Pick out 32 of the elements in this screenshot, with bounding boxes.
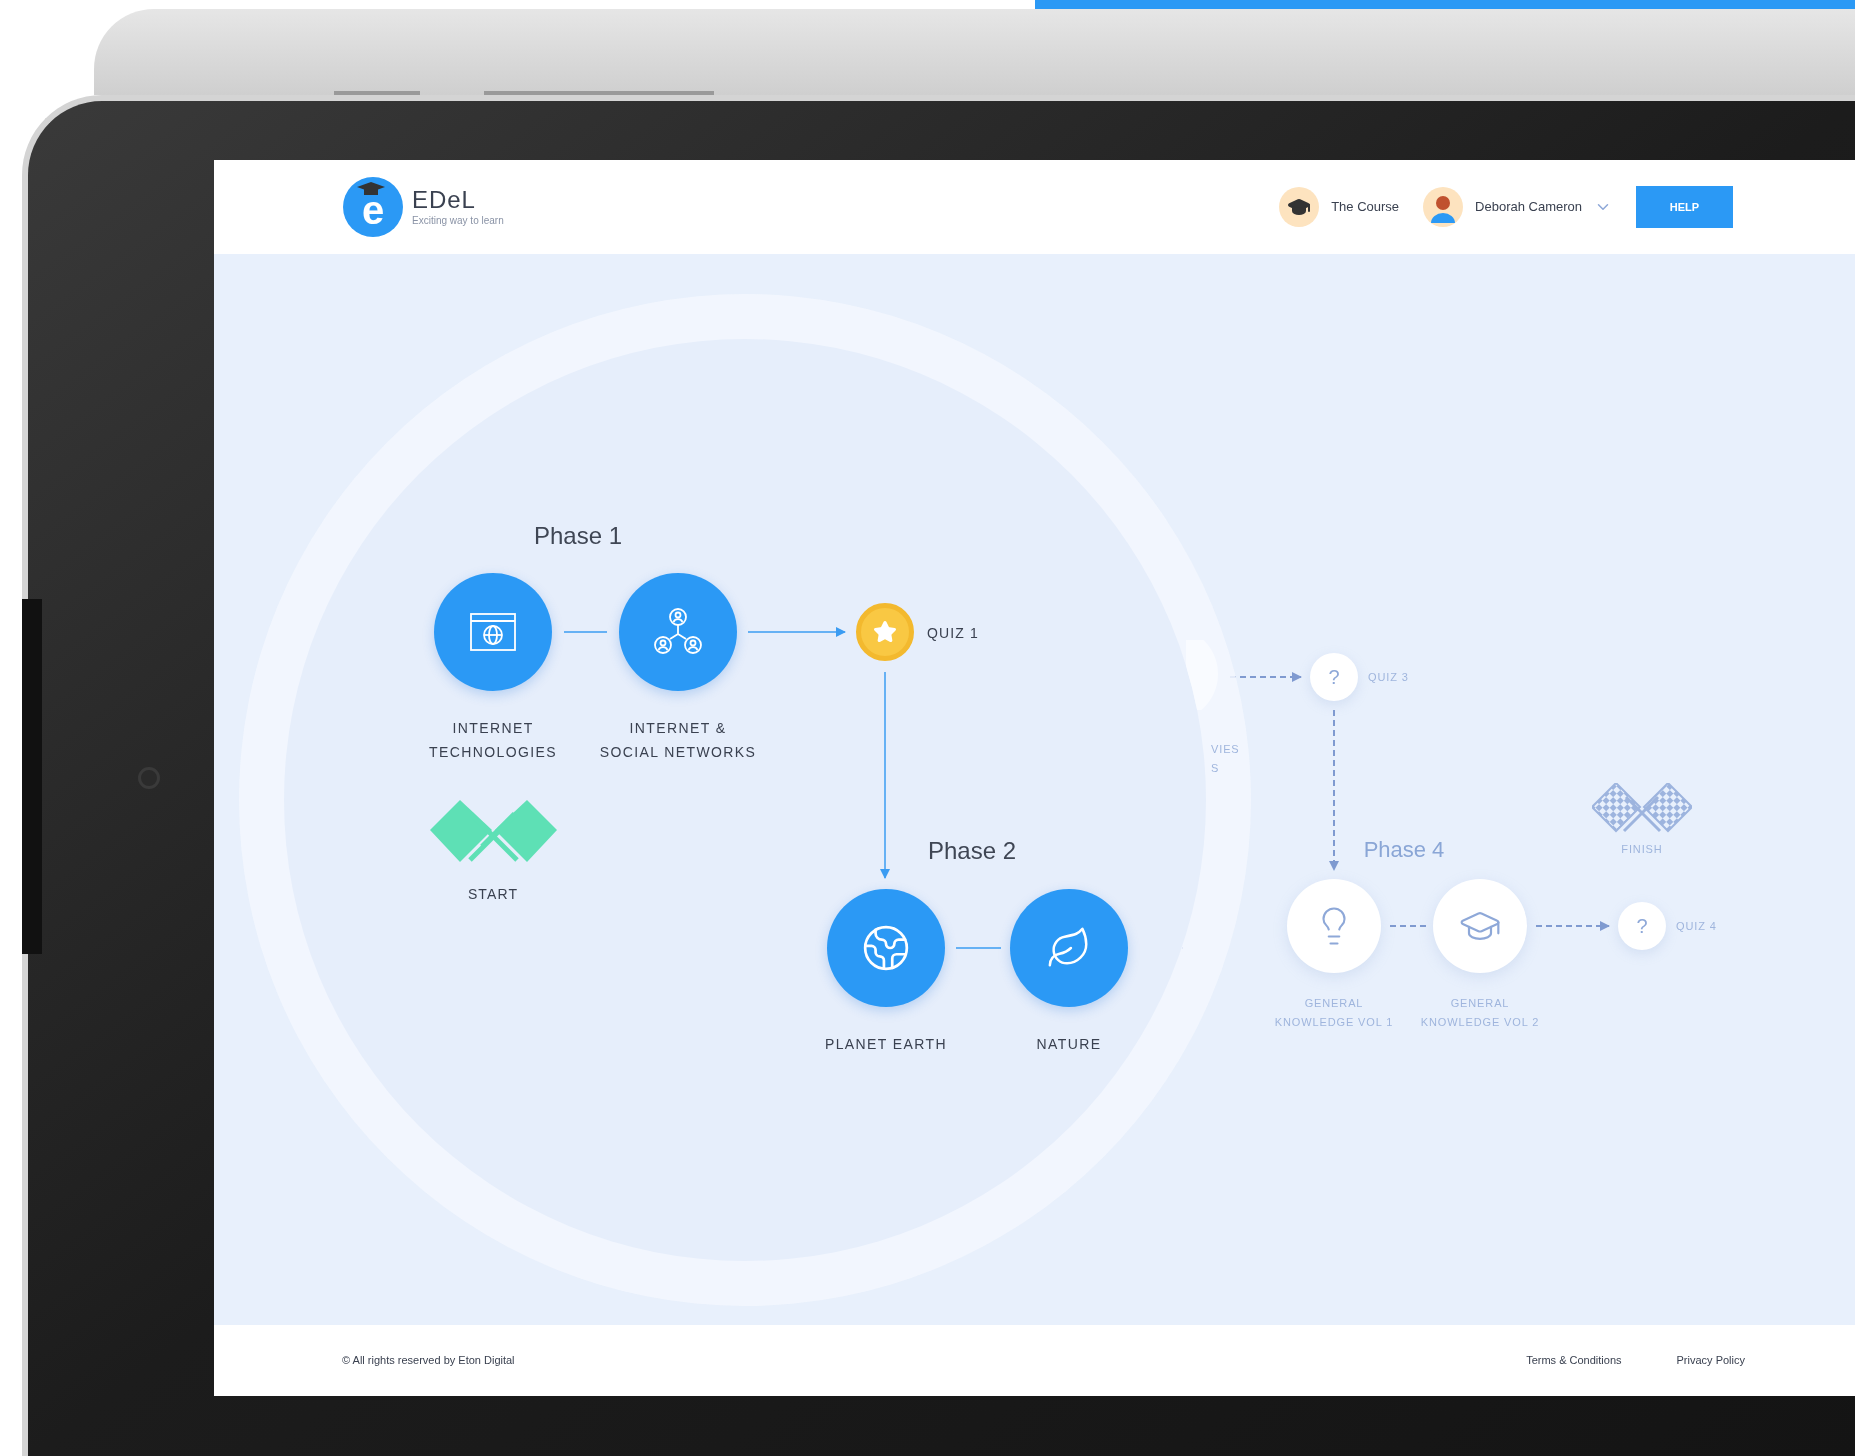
- browser-globe-icon: [470, 613, 516, 651]
- avatar-icon: [1423, 187, 1464, 227]
- quiz-label: QUIZ 3: [1368, 670, 1409, 685]
- course-label: INTERNET & SOCIAL NETWORKS: [599, 719, 757, 762]
- app-name: EDeL: [412, 186, 477, 213]
- quiz-label: QUIZ 4: [1676, 919, 1717, 934]
- course-label: VIES S: [1211, 742, 1240, 776]
- quiz-label: QUIZ 1: [927, 624, 979, 643]
- user-menu[interactable]: Deborah Cameron: [1423, 187, 1612, 227]
- copyright-text: © All rights reserved by Eton Digital: [342, 1353, 515, 1369]
- logo-mark: e: [361, 190, 385, 230]
- phase-title: Phase 4: [1362, 836, 1446, 864]
- footer-link[interactable]: Privacy Policy: [1676, 1352, 1745, 1369]
- footer-link[interactable]: Terms & Conditions: [1526, 1352, 1622, 1369]
- course-label: INTERNET TECHNOLOGIES: [429, 719, 557, 762]
- checkered-flags-icon: [1592, 783, 1692, 833]
- phase-title: Phase 2: [926, 836, 1018, 866]
- graduation-cap-icon: [1279, 187, 1320, 227]
- app-tagline: Exciting way to learn: [412, 213, 504, 228]
- course-label: GENERAL KNOWLEDGE VOL 2: [1420, 996, 1540, 1030]
- phase-title: Phase 1: [532, 521, 624, 551]
- course-label: PLANET EARTH: [824, 1035, 948, 1054]
- start-label: START: [466, 885, 520, 904]
- course-link[interactable]: The Course: [1279, 187, 1400, 227]
- user-network-icon: [654, 608, 702, 656]
- course-label: GENERAL KNOWLEDGE VOL 1: [1274, 996, 1394, 1030]
- course-label: NATURE: [1036, 1035, 1102, 1054]
- globe-icon: [861, 923, 911, 973]
- star-icon: [873, 620, 897, 644]
- finish-label: FINISH: [1621, 842, 1663, 857]
- start-flags-icon: [430, 800, 557, 864]
- graduation-cap-icon: [357, 182, 385, 196]
